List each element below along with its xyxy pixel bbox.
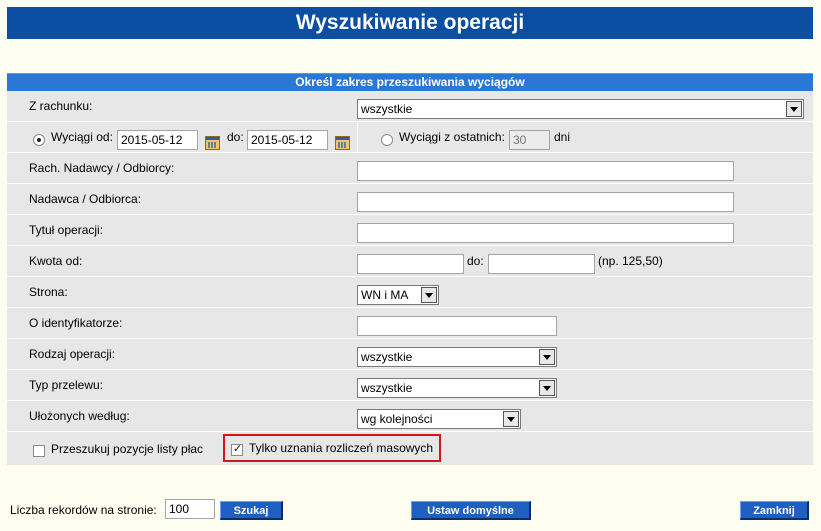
chevron-down-icon[interactable]	[503, 411, 519, 427]
page-title: Wyszukiwanie operacji	[7, 7, 813, 39]
date-to-input[interactable]	[247, 130, 328, 150]
date-from-label: Wyciągi od:	[51, 130, 113, 144]
close-button[interactable]: Zamknij	[740, 501, 809, 520]
chevron-down-icon[interactable]	[539, 349, 555, 365]
records-per-page-label: Liczba rekordów na stronie:	[10, 503, 157, 517]
search-button[interactable]: Szukaj	[220, 501, 283, 520]
sort-select[interactable]: wg kolejności	[357, 409, 521, 429]
section-header: Określ zakres przeszukiwania wyciągów	[7, 73, 813, 91]
records-per-page-input[interactable]	[165, 499, 215, 519]
last-days-suffix: dni	[554, 130, 571, 144]
side-label: Strona:	[29, 285, 68, 299]
date-range-row: Wyciągi od: do: Wyciągi z ostatnich: dni	[7, 122, 813, 153]
sender-account-label: Rach. Nadawcy / Odbiorcy:	[29, 161, 175, 175]
operation-type-label: Rodzaj operacji:	[29, 347, 116, 361]
account-row: Z rachunku: wszystkie	[7, 91, 813, 122]
search-form: Z rachunku: wszystkie Wyciągi od: do: Wy…	[7, 91, 813, 465]
identifier-row: O identyfikatorze:	[7, 308, 813, 339]
sender-row: Nadawca / Odbiorca:	[7, 184, 813, 215]
operation-type-row: Rodzaj operacji: wszystkie	[7, 339, 813, 370]
set-defaults-button[interactable]: Ustaw domyślne	[411, 501, 531, 520]
date-range-radio[interactable]	[33, 134, 45, 146]
chevron-down-icon[interactable]	[421, 287, 437, 303]
last-days-radio[interactable]	[381, 134, 393, 146]
identifier-input[interactable]	[357, 316, 557, 336]
operation-title-label: Tytuł operacji:	[29, 223, 104, 237]
side-select-value: WN i MA	[361, 288, 409, 302]
account-select[interactable]: wszystkie	[357, 99, 804, 119]
amount-from-input[interactable]	[357, 254, 464, 274]
sender-label: Nadawca / Odbiorca:	[29, 192, 142, 206]
account-label: Z rachunku:	[29, 99, 93, 113]
mass-credits-checkbox[interactable]	[231, 442, 243, 456]
operation-title-input[interactable]	[357, 223, 734, 243]
operation-title-row: Tytuł operacji:	[7, 215, 813, 246]
operation-type-select[interactable]: wszystkie	[357, 347, 557, 367]
sort-select-value: wg kolejności	[361, 412, 433, 426]
last-days-label: Wyciągi z ostatnich:	[399, 130, 505, 144]
amount-to-input[interactable]	[488, 254, 595, 274]
date-from-input[interactable]	[117, 130, 198, 150]
payroll-label: Przeszukuj pozycje listy płac	[51, 442, 204, 456]
calendar-icon[interactable]	[205, 136, 220, 150]
transfer-type-select[interactable]: wszystkie	[357, 378, 557, 398]
transfer-type-select-value: wszystkie	[361, 381, 413, 395]
amount-to-label: do:	[467, 254, 484, 268]
account-select-value: wszystkie	[361, 102, 413, 116]
divider	[357, 122, 358, 152]
chevron-down-icon[interactable]	[786, 101, 802, 117]
sender-account-input[interactable]	[357, 161, 734, 181]
sender-account-row: Rach. Nadawcy / Odbiorcy:	[7, 153, 813, 184]
calendar-icon[interactable]	[335, 136, 350, 150]
sort-row: Ułożonych według: wg kolejności	[7, 401, 813, 432]
identifier-label: O identyfikatorze:	[29, 316, 123, 330]
side-select[interactable]: WN i MA	[357, 285, 439, 305]
last-days-input[interactable]	[509, 130, 550, 150]
transfer-type-label: Typ przelewu:	[29, 378, 104, 392]
sort-label: Ułożonych według:	[29, 409, 130, 423]
chevron-down-icon[interactable]	[539, 380, 555, 396]
amount-hint: (np. 125,50)	[598, 254, 663, 268]
mass-credits-label: Tylko uznania rozliczeń masowych	[249, 441, 434, 455]
amount-row: Kwota od: do: (np. 125,50)	[7, 246, 813, 277]
amount-label: Kwota od:	[29, 254, 83, 268]
date-to-label: do:	[227, 130, 244, 144]
sender-input[interactable]	[357, 192, 734, 212]
side-row: Strona: WN i MA	[7, 277, 813, 308]
checkbox-row: Przeszukuj pozycje listy płac Tylko uzna…	[7, 432, 813, 465]
transfer-type-row: Typ przelewu: wszystkie	[7, 370, 813, 401]
operation-type-select-value: wszystkie	[361, 350, 413, 364]
payroll-checkbox[interactable]	[33, 445, 45, 457]
